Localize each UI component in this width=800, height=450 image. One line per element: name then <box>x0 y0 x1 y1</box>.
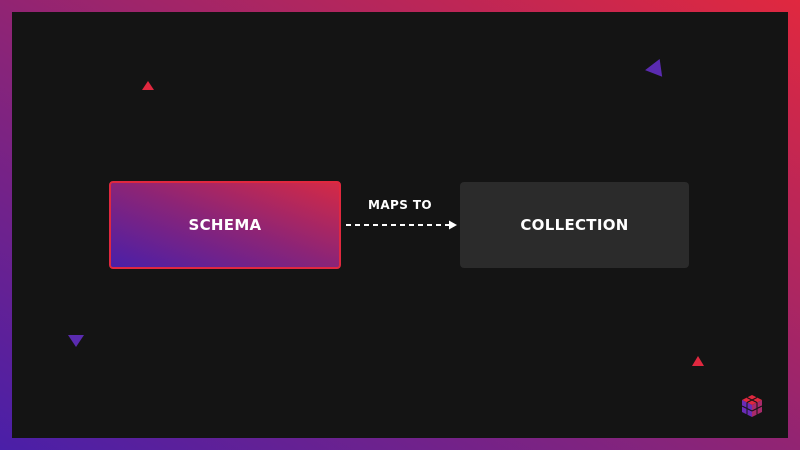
collection-node: COLLECTION <box>460 182 689 268</box>
edge-label: MAPS TO <box>367 198 433 212</box>
schema-node: SCHEMA <box>109 181 341 269</box>
slide-canvas: SCHEMA MAPS TO COLLECTION <box>12 12 788 438</box>
triangle-decoration-icon <box>68 335 84 347</box>
arrow-head <box>449 220 457 230</box>
gradient-border-frame: SCHEMA MAPS TO COLLECTION <box>0 0 800 450</box>
schema-node-label: SCHEMA <box>188 216 262 234</box>
collection-node-label: COLLECTION <box>520 216 629 234</box>
triangle-decoration-icon <box>142 81 154 90</box>
triangle-decoration-icon <box>692 356 704 366</box>
dashed-arrow-icon <box>346 220 457 230</box>
cube-grid-logo-icon <box>741 395 763 417</box>
triangle-decoration-icon <box>643 58 663 80</box>
